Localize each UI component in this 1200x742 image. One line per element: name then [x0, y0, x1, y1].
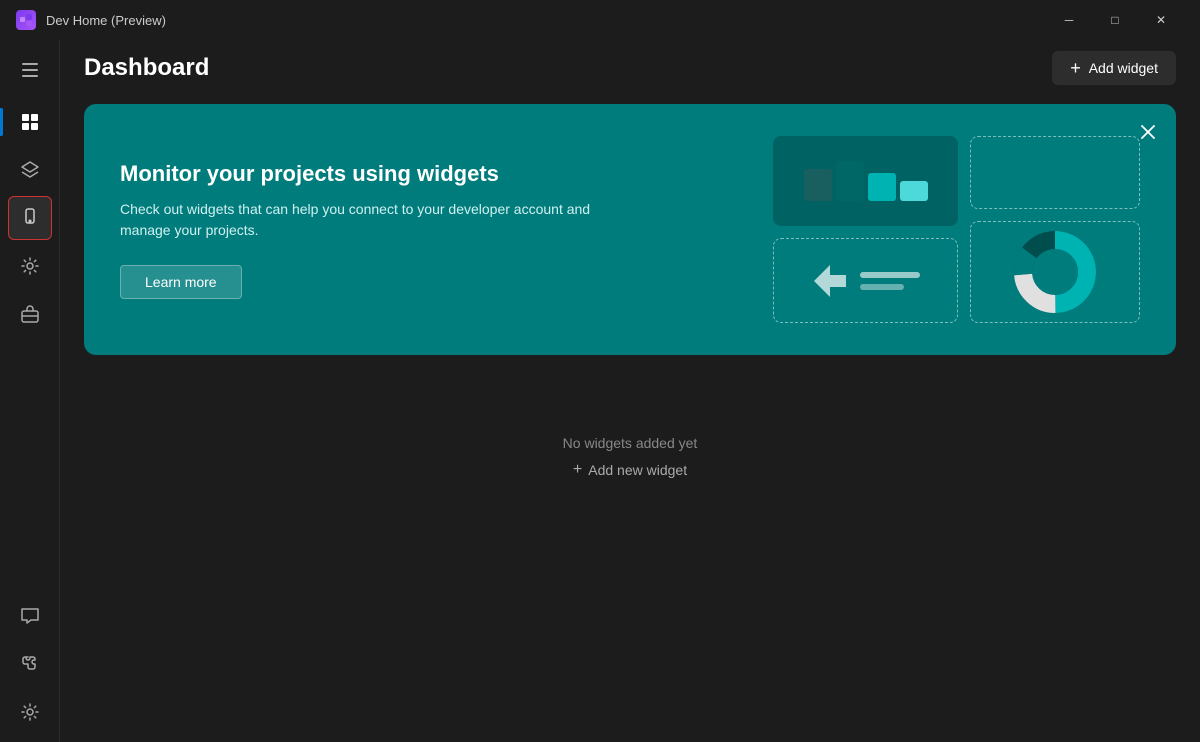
- maximize-button[interactable]: □: [1092, 4, 1138, 36]
- sidebar-item-layers[interactable]: [8, 148, 52, 192]
- settings-icon: [20, 702, 40, 722]
- illus-left: [773, 136, 958, 323]
- title-bar-left: Dev Home (Preview): [16, 10, 166, 30]
- empty-state-text: No widgets added yet: [563, 435, 698, 451]
- sidebar-item-phone[interactable]: [8, 196, 52, 240]
- illus-arrow-box: [773, 238, 958, 323]
- content-main: Monitor your projects using widgets Chec…: [60, 96, 1200, 742]
- illus-donut-box: [970, 221, 1140, 323]
- arrow-left-icon: [812, 263, 848, 299]
- illus-dashed-top: [970, 136, 1140, 209]
- sidebar-item-extensions[interactable]: [8, 642, 52, 686]
- hamburger-icon: [14, 55, 46, 85]
- illus-right: [970, 136, 1140, 323]
- add-new-widget-label: Add new widget: [588, 462, 687, 478]
- sidebar-item-work[interactable]: [8, 292, 52, 336]
- learn-more-button[interactable]: Learn more: [120, 265, 242, 299]
- mini-bar-1: [804, 169, 832, 201]
- sidebar-item-config[interactable]: [8, 244, 52, 288]
- add-new-widget-icon: +: [573, 461, 582, 479]
- add-widget-button[interactable]: + Add widget: [1052, 51, 1176, 85]
- banner: Monitor your projects using widgets Chec…: [84, 104, 1176, 355]
- sidebar-item-feedback[interactable]: [8, 594, 52, 638]
- add-widget-icon: +: [1070, 59, 1081, 77]
- empty-state: No widgets added yet + Add new widget: [84, 435, 1176, 479]
- banner-text: Monitor your projects using widgets Chec…: [120, 161, 640, 299]
- banner-title: Monitor your projects using widgets: [120, 161, 640, 187]
- phone-icon: [20, 208, 40, 228]
- sidebar-item-settings[interactable]: [8, 690, 52, 734]
- sidebar: [0, 40, 60, 742]
- chat-icon: [20, 606, 40, 626]
- title-bar-controls: ─ □ ✕: [1046, 4, 1184, 36]
- extensions-icon: [20, 654, 40, 674]
- close-icon: [1140, 124, 1156, 140]
- add-new-widget-button[interactable]: + Add new widget: [573, 461, 687, 479]
- briefcase-icon: [20, 304, 40, 324]
- content-header: Dashboard + Add widget: [60, 40, 1200, 96]
- title-bar: Dev Home (Preview) ─ □ ✕: [0, 0, 1200, 40]
- app-title: Dev Home (Preview): [46, 13, 166, 28]
- banner-illustration: [773, 136, 1140, 323]
- sidebar-item-dashboard[interactable]: [8, 100, 52, 144]
- layers-icon: [20, 160, 40, 180]
- mini-bar-2: [836, 161, 864, 201]
- app-body: Dashboard + Add widget Monitor you: [0, 40, 1200, 742]
- dashboard-icon: [20, 112, 40, 132]
- mini-bars: [804, 161, 928, 201]
- gear-icon: [20, 256, 40, 276]
- page-title: Dashboard: [84, 54, 209, 82]
- sidebar-item-hamburger[interactable]: [8, 48, 52, 92]
- add-widget-label: Add widget: [1089, 60, 1158, 76]
- mini-bar-4: [900, 181, 928, 201]
- app-icon: [16, 10, 36, 30]
- banner-description: Check out widgets that can help you conn…: [120, 199, 640, 241]
- mini-bar-3: [868, 173, 896, 201]
- minimize-button[interactable]: ─: [1046, 4, 1092, 36]
- illus-bar-chart-box: [773, 136, 958, 226]
- close-button[interactable]: ✕: [1138, 4, 1184, 36]
- content-area: Dashboard + Add widget Monitor you: [60, 40, 1200, 742]
- donut-chart-icon: [1010, 227, 1100, 317]
